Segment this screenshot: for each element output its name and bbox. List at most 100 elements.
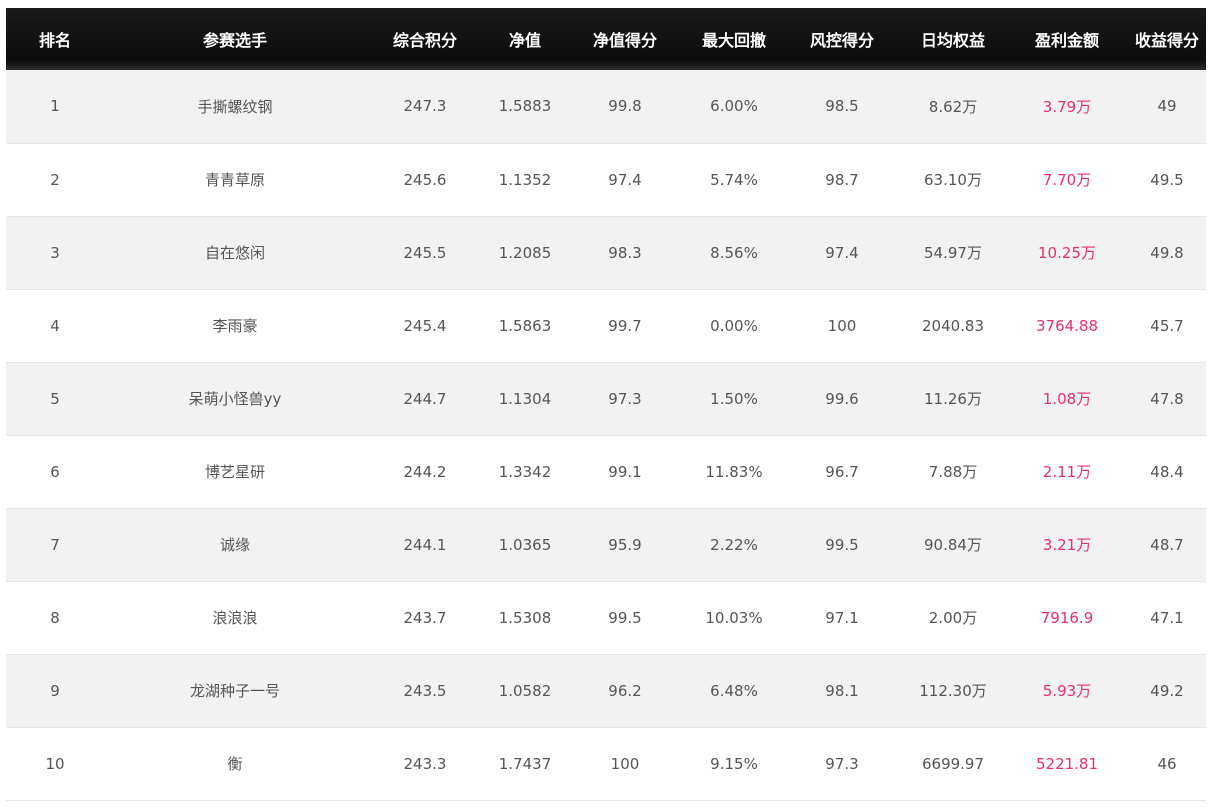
cell-rank: 1 (50, 97, 60, 116)
cell-net-value-score: 95.9 (608, 535, 642, 554)
cell-risk-score: 99.6 (825, 389, 859, 408)
cell-max-drawdown: 6.00% (710, 97, 758, 116)
cell-total-score: 243.7 (403, 608, 447, 627)
header-player: 参赛选手 (202, 31, 267, 50)
cell-player: 李雨豪 (212, 317, 258, 335)
cell-daily-equity: 11.26万 (924, 390, 982, 408)
cell-net-value-score: 99.1 (608, 462, 642, 481)
cell-net-value-score: 98.3 (608, 243, 642, 262)
cell-total-score: 244.7 (403, 389, 447, 408)
cell-rank: 6 (50, 462, 60, 481)
cell-risk-score: 98.5 (825, 97, 859, 116)
table-header-row: 排名 参赛选手 综合积分 净值 净值得分 最大回撤 风控得分 日均权益 盈利金额… (6, 8, 1206, 70)
cell-daily-equity: 90.84万 (924, 536, 982, 554)
cell-total-score: 247.3 (403, 97, 447, 116)
cell-total-score: 245.5 (403, 243, 447, 262)
cell-player: 龙湖种子一号 (189, 682, 280, 700)
table-row: 10 衡 243.3 1.7437 100 9.15% 97.3 6699.97… (6, 727, 1206, 800)
cell-return-score: 49.2 (1150, 681, 1184, 700)
table-row: 5 呆萌小怪兽yy 244.7 1.1304 97.3 1.50% 99.6 1… (6, 362, 1206, 435)
table-row: 2 青青草原 245.6 1.1352 97.4 5.74% 98.7 63.1… (6, 143, 1206, 216)
cell-daily-equity: 2.00万 (928, 609, 978, 627)
cell-rank: 3 (50, 243, 60, 262)
cell-risk-score: 97.4 (825, 243, 859, 262)
ranking-table: 排名 参赛选手 综合积分 净值 净值得分 最大回撤 风控得分 日均权益 盈利金额… (6, 8, 1206, 801)
cell-rank: 9 (50, 681, 60, 700)
ranking-table-container: 排名 参赛选手 综合积分 净值 净值得分 最大回撤 风控得分 日均权益 盈利金额… (6, 8, 1206, 801)
cell-return-score: 49.8 (1150, 243, 1184, 262)
cell-total-score: 243.3 (403, 754, 447, 773)
table-row: 6 博艺星研 244.2 1.3342 99.1 11.83% 96.7 7.8… (6, 435, 1206, 508)
cell-player: 自在悠闲 (204, 244, 265, 262)
cell-risk-score: 99.5 (825, 535, 859, 554)
cell-player: 青青草原 (204, 171, 265, 189)
cell-rank: 8 (50, 608, 60, 627)
table-row: 9 龙湖种子一号 243.5 1.0582 96.2 6.48% 98.1 11… (6, 654, 1206, 727)
cell-rank: 7 (50, 535, 60, 554)
table-row: 4 李雨豪 245.4 1.5863 99.7 0.00% 100 2040.8… (6, 289, 1206, 362)
cell-return-score: 48.4 (1150, 462, 1184, 481)
cell-net-value: 1.5308 (498, 608, 552, 627)
cell-net-value-score: 99.8 (608, 97, 642, 116)
cell-profit-amount: 5221.81 (1035, 754, 1099, 773)
cell-net-value: 1.5863 (498, 316, 552, 335)
cell-profit-amount: 3764.88 (1035, 316, 1099, 335)
header-rank: 排名 (38, 31, 71, 50)
cell-daily-equity: 7.88万 (928, 463, 978, 481)
cell-profit-amount: 3.21万 (1042, 536, 1092, 554)
cell-net-value: 1.2085 (498, 243, 552, 262)
header-max-drawdown: 最大回撤 (701, 31, 766, 50)
cell-risk-score: 98.7 (825, 170, 859, 189)
cell-net-value: 1.7437 (498, 754, 552, 773)
cell-risk-score: 97.1 (825, 608, 859, 627)
cell-player: 浪浪浪 (212, 609, 258, 627)
cell-player: 呆萌小怪兽yy (188, 390, 282, 408)
header-profit-amount: 盈利金额 (1034, 31, 1099, 50)
cell-net-value-score: 99.7 (608, 316, 642, 335)
table-row: 1 手撕螺纹钢 247.3 1.5883 99.8 6.00% 98.5 8.6… (6, 70, 1206, 143)
cell-profit-amount: 2.11万 (1042, 463, 1092, 481)
cell-daily-equity: 54.97万 (924, 244, 982, 262)
cell-net-value: 1.1304 (498, 389, 552, 408)
cell-max-drawdown: 6.48% (710, 681, 758, 700)
cell-net-value: 1.1352 (498, 170, 552, 189)
cell-return-score: 47.1 (1150, 608, 1184, 627)
cell-player: 衡 (227, 755, 243, 773)
cell-total-score: 245.6 (403, 170, 447, 189)
header-daily-equity: 日均权益 (920, 31, 985, 50)
cell-return-score: 46 (1157, 754, 1177, 773)
cell-player: 诚缘 (219, 536, 250, 554)
cell-return-score: 49 (1157, 97, 1177, 116)
cell-daily-equity: 2040.83 (921, 316, 985, 335)
cell-max-drawdown: 2.22% (710, 535, 758, 554)
cell-net-value-score: 97.4 (608, 170, 642, 189)
cell-return-score: 49.5 (1150, 170, 1184, 189)
cell-risk-score: 96.7 (825, 462, 859, 481)
cell-total-score: 243.5 (403, 681, 447, 700)
cell-profit-amount: 10.25万 (1038, 244, 1096, 262)
cell-rank: 4 (50, 316, 60, 335)
cell-rank: 5 (50, 389, 60, 408)
cell-net-value-score: 96.2 (608, 681, 642, 700)
cell-return-score: 47.8 (1150, 389, 1184, 408)
cell-net-value: 1.0365 (498, 535, 552, 554)
cell-net-value-score: 99.5 (608, 608, 642, 627)
table-body: 1 手撕螺纹钢 247.3 1.5883 99.8 6.00% 98.5 8.6… (6, 70, 1206, 800)
cell-daily-equity: 8.62万 (928, 97, 978, 116)
cell-risk-score: 97.3 (825, 754, 859, 773)
cell-risk-score: 98.1 (825, 681, 859, 700)
cell-max-drawdown: 0.00% (710, 316, 758, 335)
header-net-value: 净值 (508, 31, 541, 50)
cell-player: 博艺星研 (204, 463, 265, 481)
cell-total-score: 245.4 (403, 316, 447, 335)
cell-total-score: 244.2 (403, 462, 447, 481)
cell-net-value-score: 97.3 (608, 389, 642, 408)
cell-daily-equity: 112.30万 (919, 682, 987, 700)
table-row: 8 浪浪浪 243.7 1.5308 99.5 10.03% 97.1 2.00… (6, 581, 1206, 654)
header-net-value-score: 净值得分 (592, 31, 657, 50)
cell-net-value: 1.5883 (498, 97, 552, 116)
cell-daily-equity: 63.10万 (924, 171, 982, 189)
cell-net-value-score: 100 (610, 754, 640, 773)
table-row: 3 自在悠闲 245.5 1.2085 98.3 8.56% 97.4 54.9… (6, 216, 1206, 289)
cell-max-drawdown: 1.50% (710, 389, 758, 408)
